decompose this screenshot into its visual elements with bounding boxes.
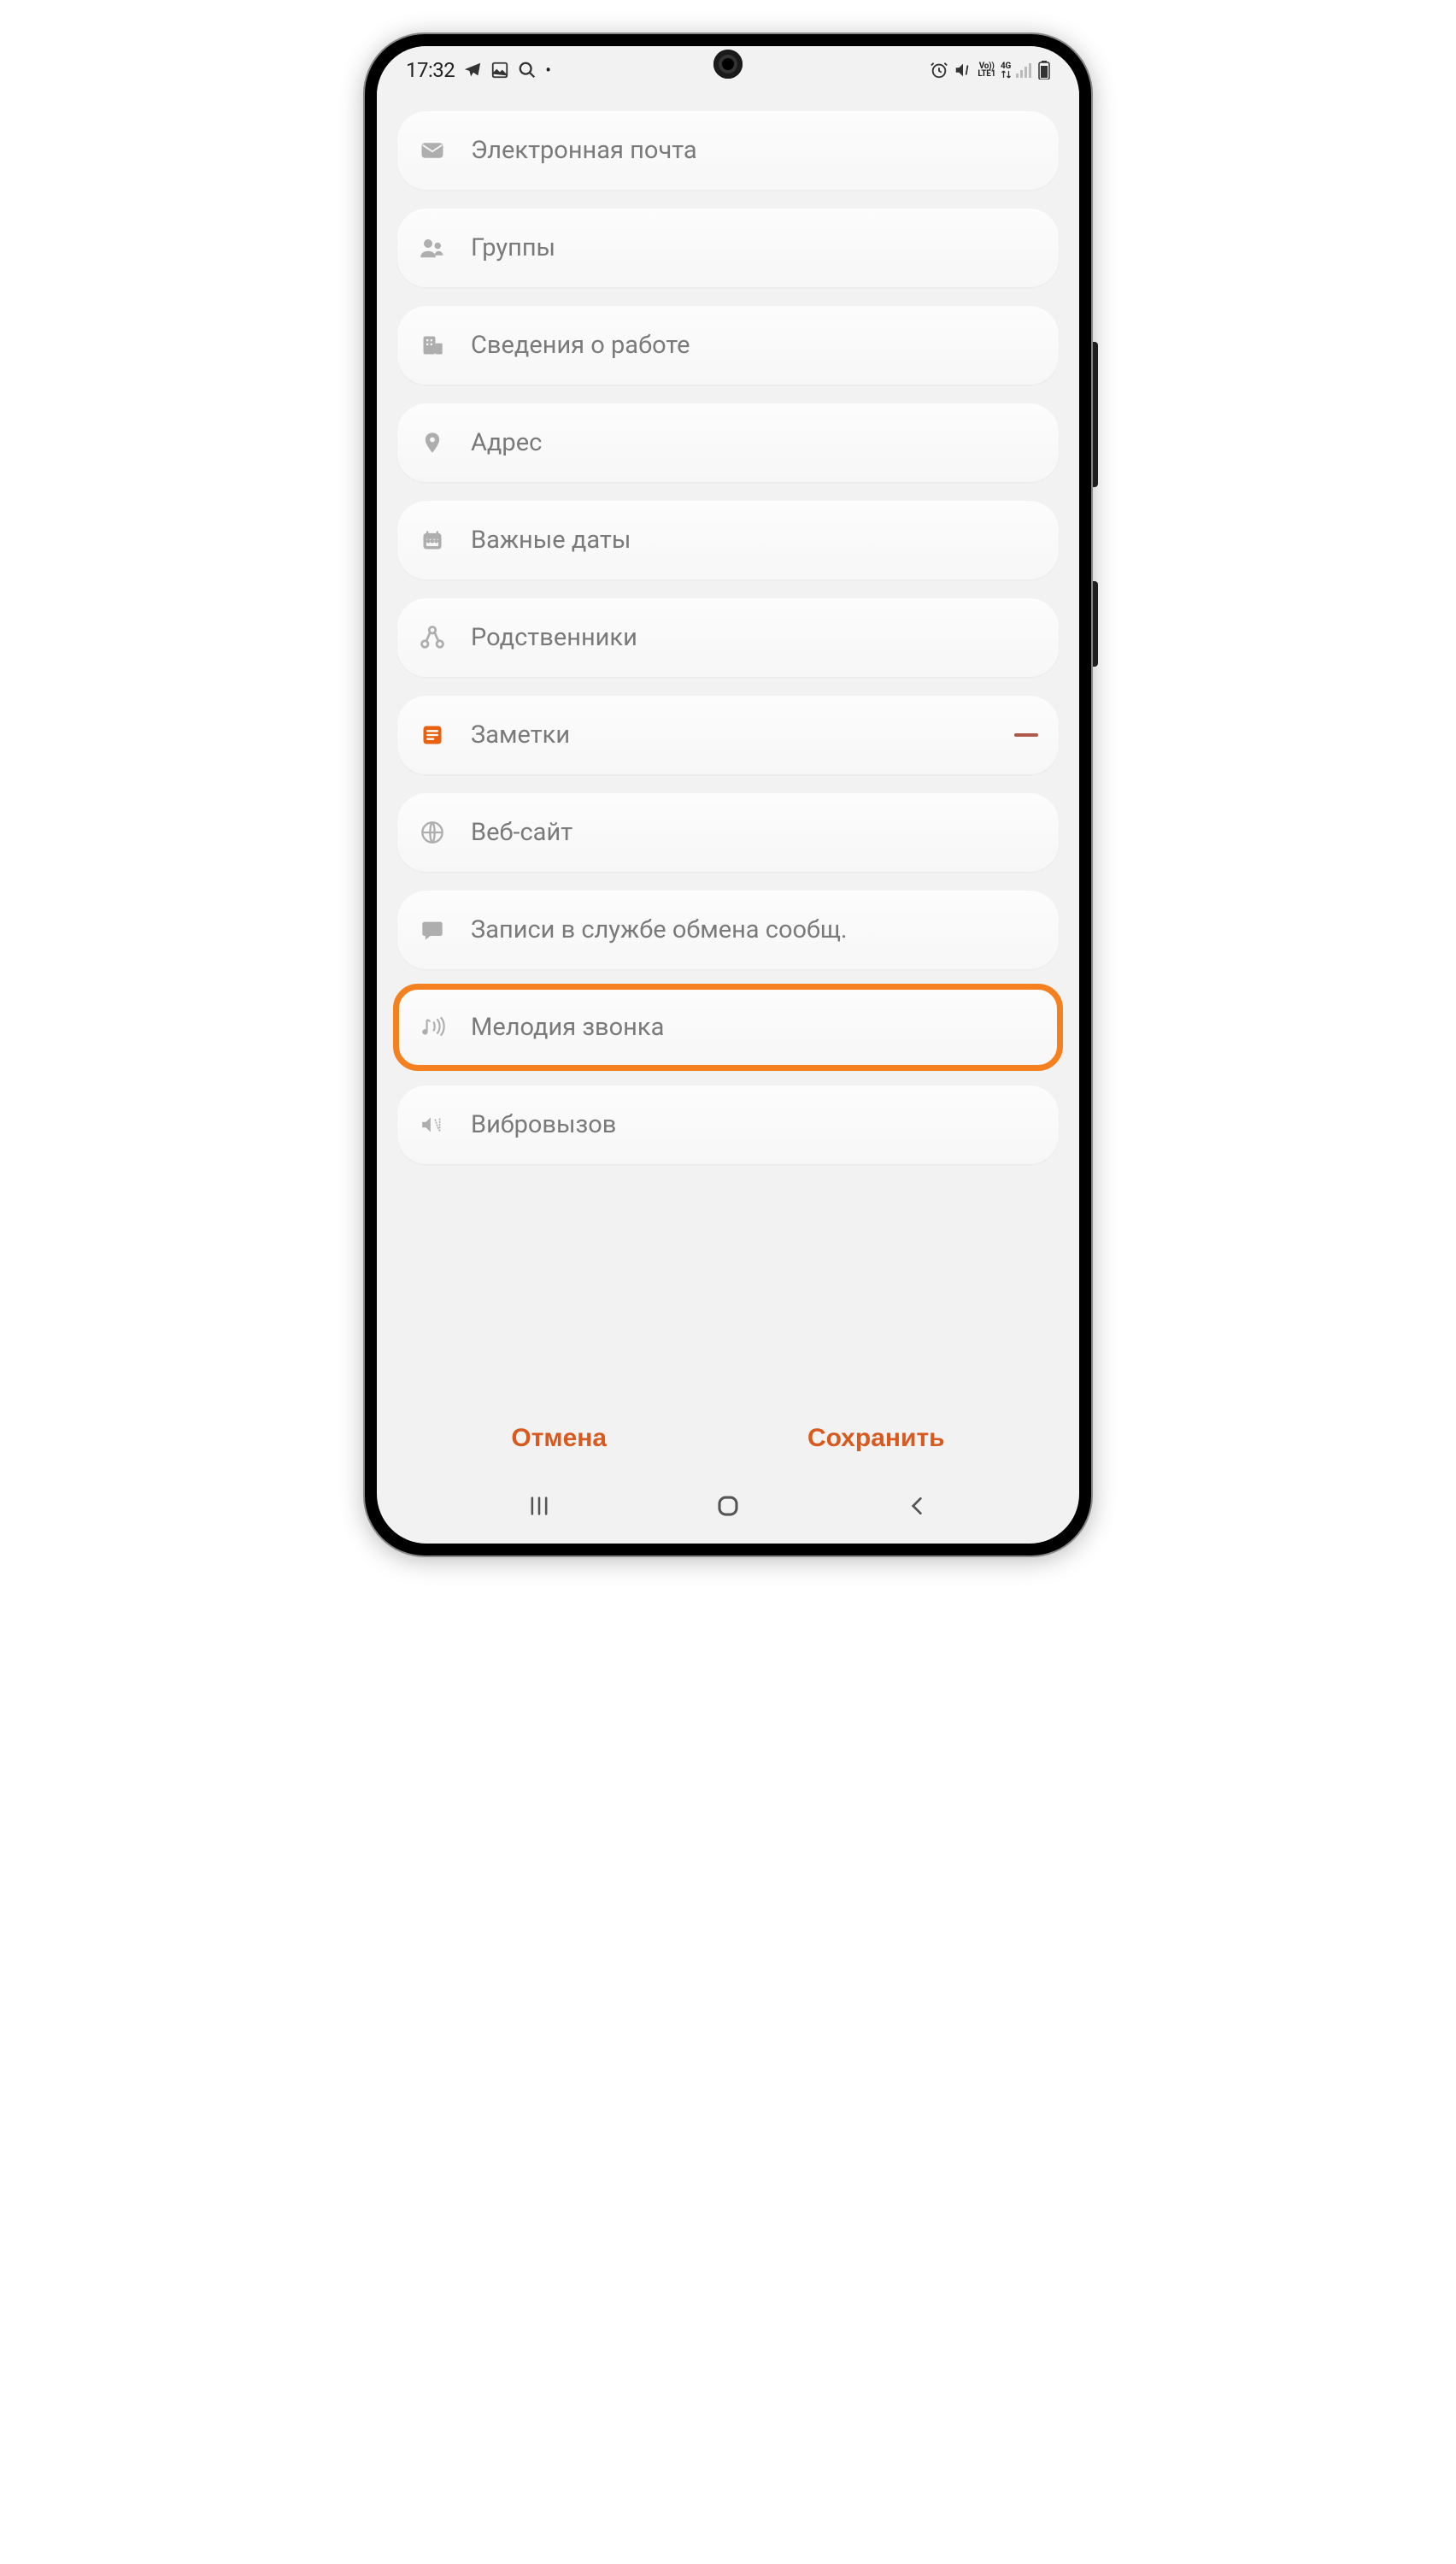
field-address[interactable]: Адрес [397, 403, 1059, 482]
notes-icon [418, 720, 447, 750]
signal-icon [1016, 62, 1033, 78]
chat-icon [418, 915, 447, 944]
phone-side-button [1091, 342, 1098, 487]
field-work-info[interactable]: Сведения о работе [397, 306, 1059, 385]
nav-home-button[interactable] [711, 1489, 745, 1523]
search-icon [518, 61, 537, 79]
android-nav-bar [377, 1477, 1079, 1544]
status-bar-right: Vo)) LTE1 4G [930, 61, 1050, 79]
phone-frame: 17:32 • [365, 34, 1091, 1555]
network-4g-indicator: 4G [1001, 62, 1011, 79]
groups-icon [418, 233, 447, 262]
phone-side-button [1091, 581, 1098, 667]
field-groups[interactable]: Группы [397, 209, 1059, 287]
field-email[interactable]: Электронная почта [397, 111, 1059, 190]
more-dot-icon: • [545, 60, 551, 80]
bottom-action-bar: Отмена Сохранить [377, 1391, 1079, 1477]
field-notes[interactable]: Заметки [397, 696, 1059, 774]
gallery-icon [490, 61, 509, 79]
alarm-icon [930, 61, 948, 79]
field-label: Адрес [471, 428, 542, 457]
nav-recents-button[interactable] [522, 1489, 556, 1523]
field-ringtone[interactable]: Мелодия звонка [397, 988, 1059, 1067]
field-label: Записи в службе обмена сообщ. [471, 915, 847, 944]
field-label: Заметки [471, 720, 570, 750]
battery-icon [1038, 61, 1050, 79]
mute-icon [954, 61, 972, 79]
telegram-icon [463, 61, 482, 79]
volte-indicator: Vo)) LTE1 [978, 62, 995, 78]
field-website[interactable]: Веб-сайт [397, 793, 1059, 872]
field-important-dates[interactable]: Важные даты [397, 501, 1059, 579]
location-pin-icon [418, 428, 447, 457]
field-messaging[interactable]: Записи в службе обмена сообщ. [397, 891, 1059, 969]
field-vibration[interactable]: Вибровызов [397, 1085, 1059, 1164]
email-icon [418, 136, 447, 165]
field-label: Мелодия звонка [471, 1013, 664, 1042]
ringtone-icon [418, 1013, 447, 1042]
status-time: 17:32 [406, 58, 455, 82]
remove-field-button[interactable] [1014, 733, 1038, 737]
screen: 17:32 • [377, 46, 1079, 1544]
field-label: Сведения о работе [471, 331, 690, 360]
field-label: Вибровызов [471, 1110, 616, 1139]
field-label: Веб-сайт [471, 818, 572, 847]
building-icon [418, 331, 447, 360]
field-label: Родственники [471, 623, 637, 652]
vibration-icon [418, 1110, 447, 1139]
calendar-icon [418, 526, 447, 555]
field-label: Группы [471, 233, 555, 262]
save-button[interactable]: Сохранить [807, 1424, 945, 1453]
cancel-button[interactable]: Отмена [511, 1424, 607, 1453]
field-relatives[interactable]: Родственники [397, 598, 1059, 677]
camera-notch [713, 50, 743, 79]
relatives-icon [418, 623, 447, 652]
globe-icon [418, 818, 447, 847]
field-label: Важные даты [471, 526, 631, 555]
nav-back-button[interactable] [900, 1489, 934, 1523]
status-bar-left: 17:32 • [406, 58, 551, 82]
contact-fields-list[interactable]: Электронная почта Группы Сведения о рабо… [377, 94, 1079, 1391]
field-label: Электронная почта [471, 136, 697, 165]
phone-mockup-wrapper: 17:32 • [365, 34, 1091, 1555]
